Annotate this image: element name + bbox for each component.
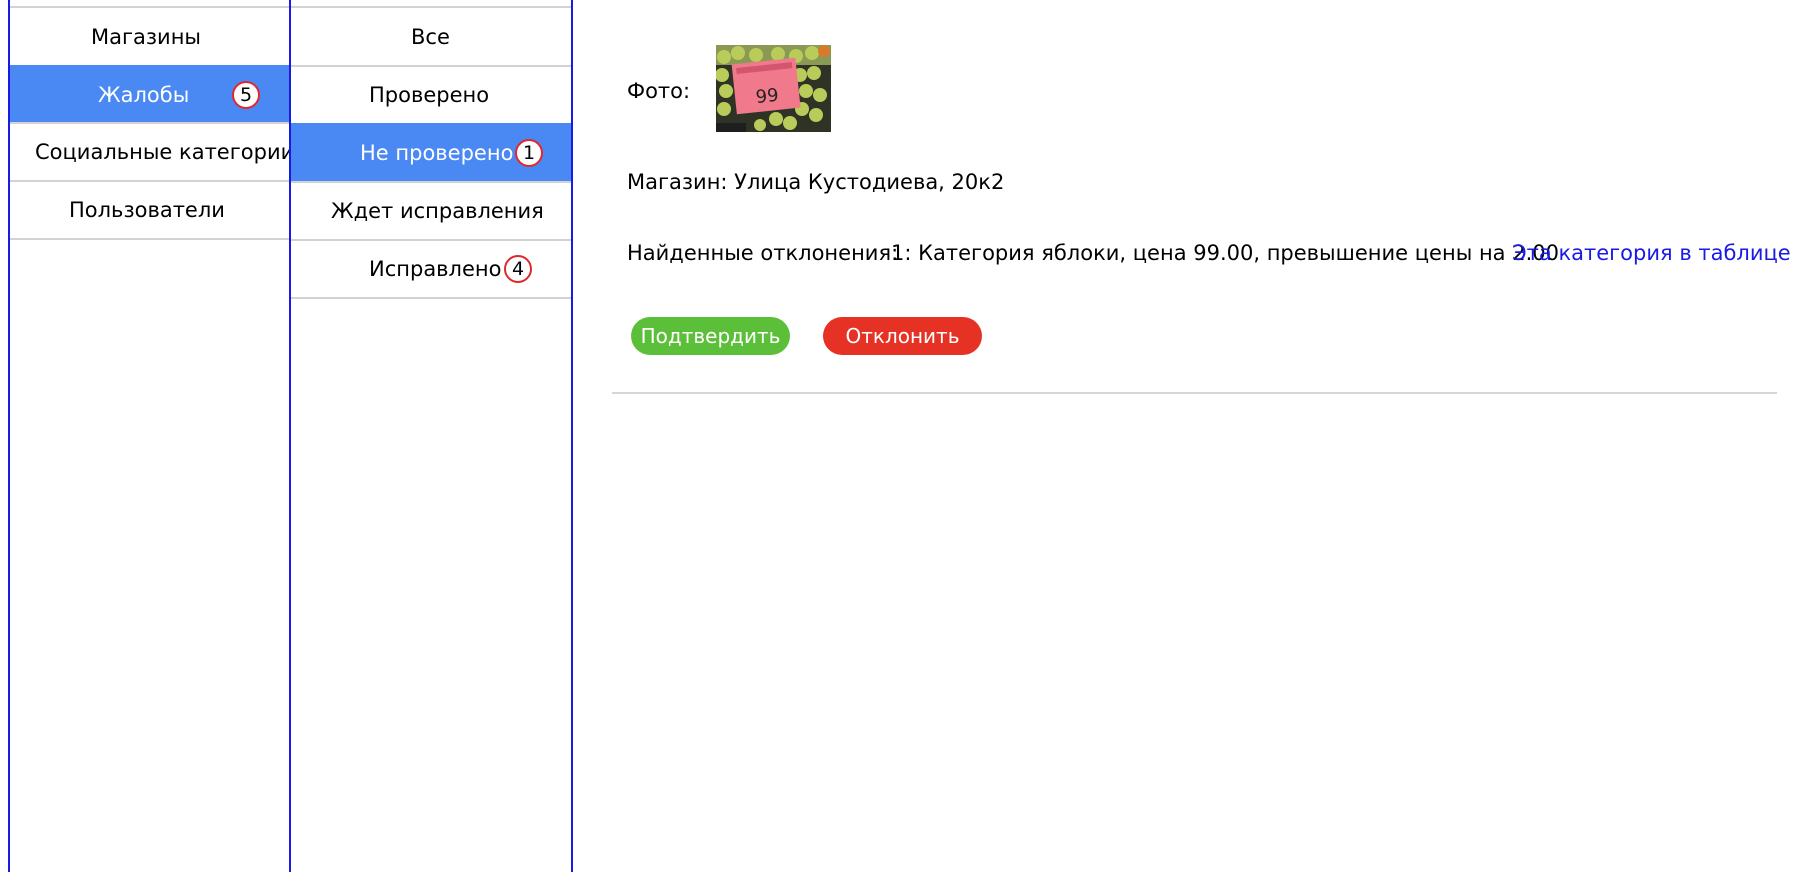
sidebar-item-complaints[interactable]: Жалобы 5 [10, 65, 289, 124]
sidebar-item-label: Социальные категории [35, 140, 295, 164]
filter-item-label: Не проверено [360, 141, 514, 165]
reject-button[interactable]: Отклонить [823, 317, 982, 355]
apples-photo-icon: 99 [716, 45, 831, 132]
sidebar-item-stores[interactable]: Магазины [10, 6, 289, 67]
deviations-label: Найденные отклонения: [627, 241, 899, 265]
filter-item-all[interactable]: Все [291, 6, 571, 67]
sidebar-nav: Магазины Жалобы 5 Социальные категории П… [8, 0, 294, 872]
count-badge: 4 [504, 255, 532, 283]
sidebar-item-label: Жалобы [98, 82, 190, 107]
filter-item-label: Все [411, 24, 450, 49]
count-badge: 5 [232, 80, 260, 109]
filter-item-awaiting-fix[interactable]: Ждет исправления [291, 181, 571, 241]
divider [612, 392, 1777, 394]
filter-item-label: Исправлено [369, 257, 502, 281]
filter-item-checked[interactable]: Проверено [291, 65, 571, 125]
photo-label: Фото: [627, 79, 691, 103]
filter-item-label: Ждет исправления [331, 199, 544, 223]
sidebar-item-label: Магазины [91, 24, 202, 49]
store-address: Магазин: Улица Кустодиева, 20к2 [627, 170, 1005, 194]
filter-item-unchecked[interactable]: Не проверено 1 [291, 123, 571, 183]
filter-item-fixed[interactable]: Исправлено 4 [291, 239, 571, 299]
filter-item-label: Проверено [369, 83, 490, 107]
confirm-button[interactable]: Подтвердить [631, 317, 790, 355]
sidebar-item-users[interactable]: Пользователи [10, 180, 289, 240]
category-table-link[interactable]: Эта категория в таблице [1512, 241, 1791, 265]
price-tag-photo[interactable]: 99 [716, 45, 831, 132]
price-text: 99 [755, 85, 780, 108]
sidebar-item-social-categories[interactable]: Социальные категории [10, 122, 294, 182]
sidebar-item-label: Пользователи [69, 198, 225, 222]
count-badge: 1 [515, 139, 543, 167]
deviation-text: 1: Категория яблоки, цена 99.00, превыше… [891, 241, 1559, 265]
status-filter-list: Все Проверено Не проверено 1 Ждет исправ… [289, 0, 573, 872]
